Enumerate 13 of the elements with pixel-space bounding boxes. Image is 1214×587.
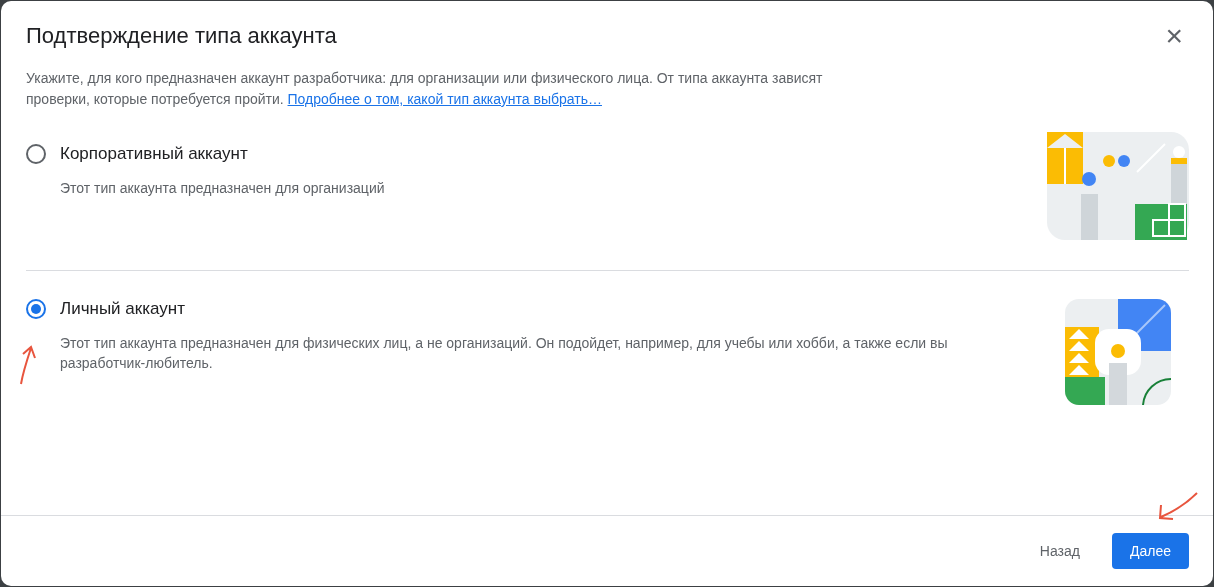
option-description: Этот тип аккаунта предназначен для физических лиц, а не организаций. Он подойдет, например, для учебы или хобби, а также если вы разработчик-любитель.	[60, 334, 949, 373]
option-label: Корпоративный аккаунт	[60, 144, 248, 164]
radio-button[interactable]	[26, 299, 46, 319]
next-button[interactable]: Далее	[1112, 533, 1189, 569]
close-button[interactable]: ×	[1159, 21, 1189, 51]
radio-button[interactable]	[26, 144, 46, 164]
dialog-title: Подтверждение типа аккаунта	[26, 23, 337, 49]
option-label: Личный аккаунт	[60, 299, 185, 319]
back-button[interactable]: Назад	[1021, 533, 1098, 569]
intro-text: Укажите, для кого предназначен аккаунт разработчика: для организации или физического лица. От типа аккаунта зависят проверки, которые потребуется пройти. Подробнее о том, какой тип аккаунта выбрать…	[26, 69, 824, 109]
learn-more-link[interactable]: Подробнее о том, какой тип аккаунта выбрать…	[287, 91, 602, 107]
option-description: Этот тип аккаунта предназначен для организаций	[60, 179, 385, 198]
annotation-arrow-drawing	[1157, 491, 1199, 523]
